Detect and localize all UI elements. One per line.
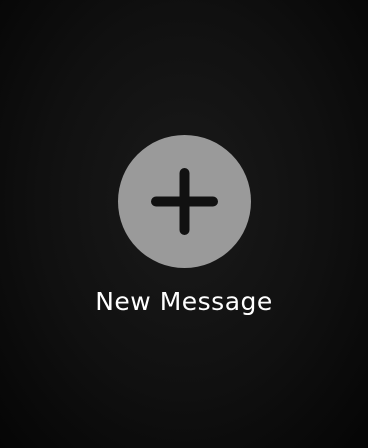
new-message-label: New Message	[95, 287, 273, 316]
watch-screen: New Message	[0, 0, 368, 448]
new-message-button[interactable]	[118, 135, 251, 268]
new-message-area: New Message	[0, 0, 368, 448]
plus-icon	[151, 168, 218, 235]
